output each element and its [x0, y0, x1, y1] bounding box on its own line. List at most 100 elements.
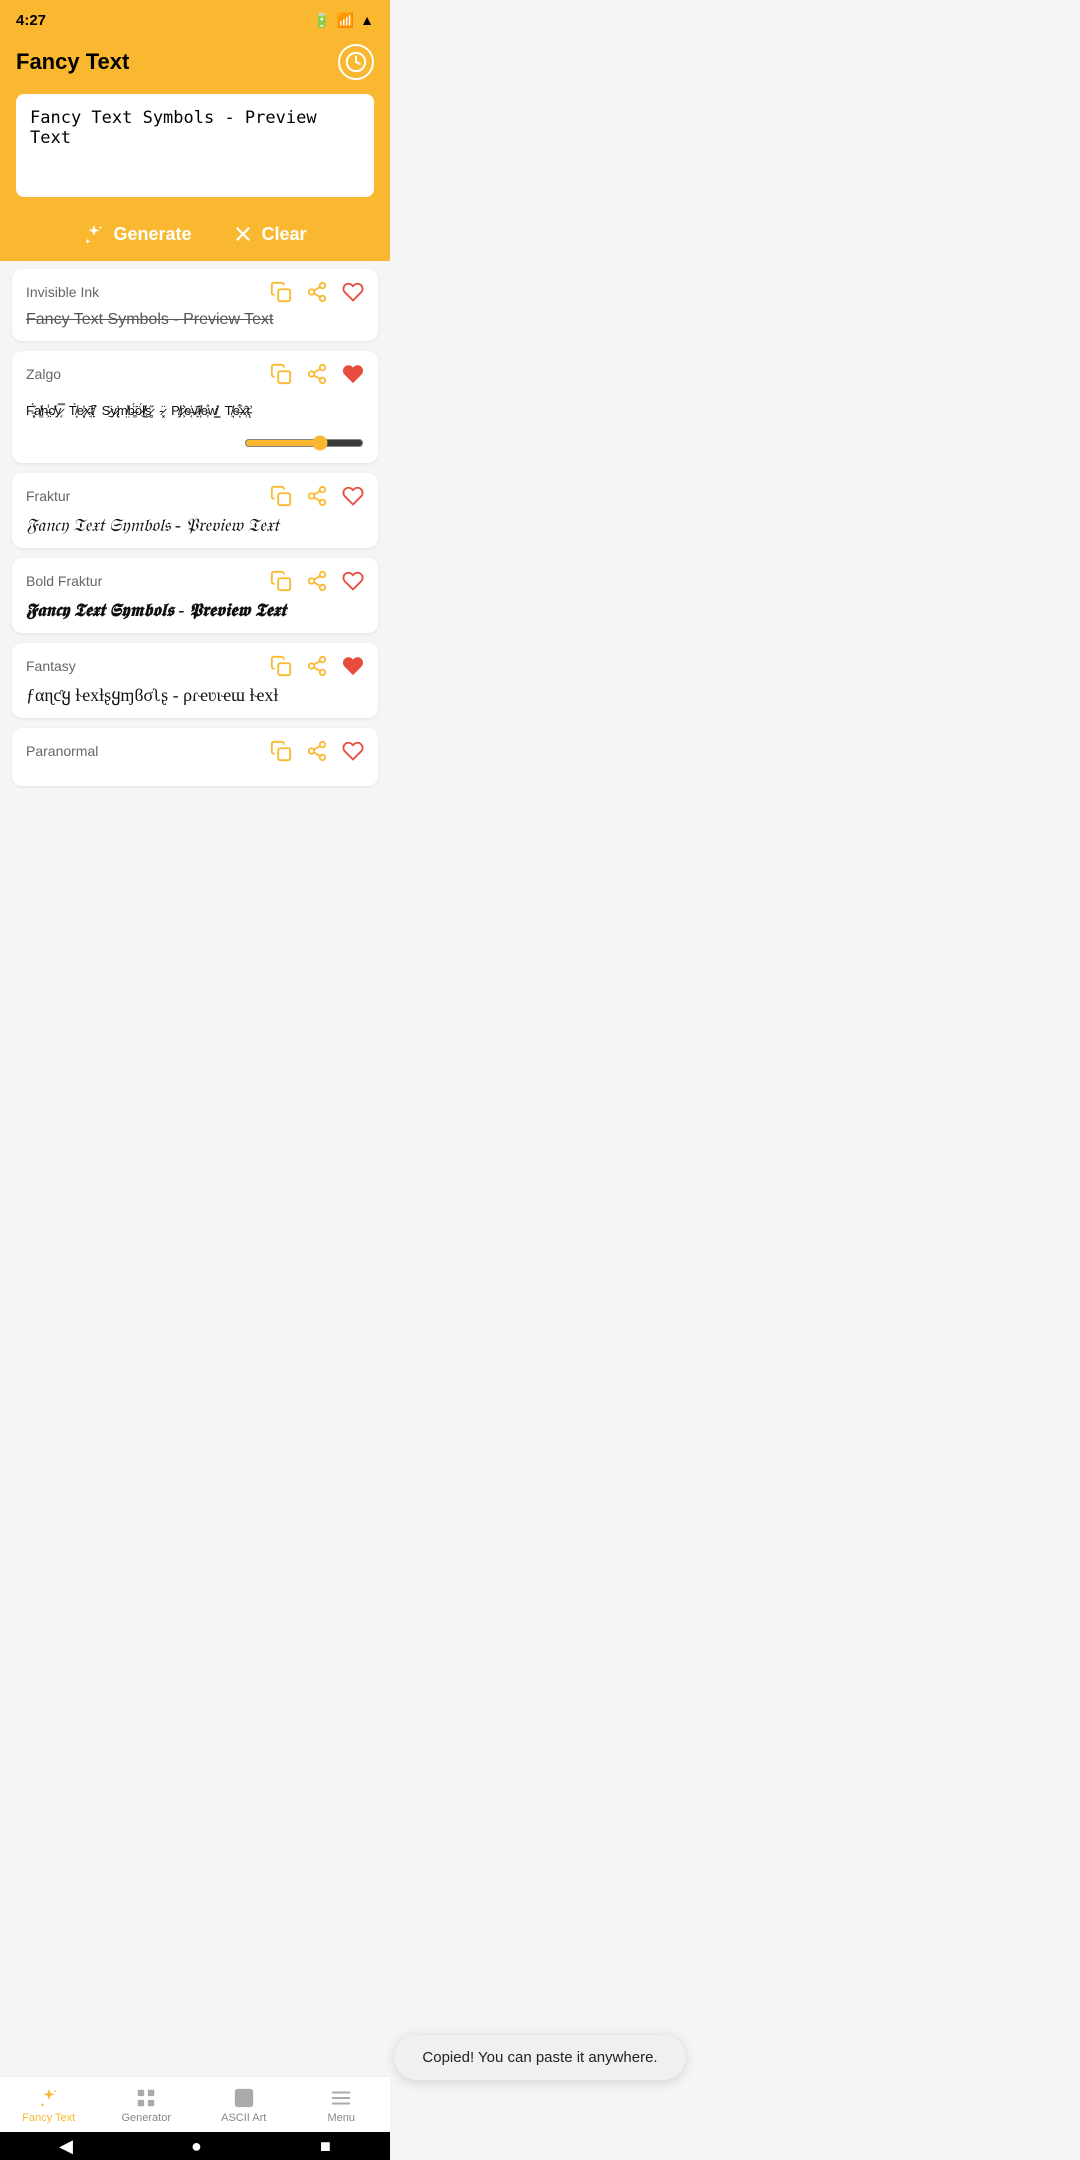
- favorite-button-bold-fraktur[interactable]: [342, 570, 364, 592]
- status-bar: 4:27 🔋 📶 ▲: [0, 0, 390, 36]
- share-icon: [306, 363, 328, 385]
- nav-item-generator[interactable]: Generator: [98, 2077, 196, 2132]
- generate-label: Generate: [113, 224, 191, 245]
- status-icons: 🔋 📶 ▲: [313, 12, 374, 29]
- generator-nav-icon: [135, 2087, 157, 2109]
- share-button-fraktur[interactable]: [306, 485, 328, 507]
- heart-filled-icon: [342, 655, 364, 677]
- zalgo-intensity-slider[interactable]: [244, 435, 364, 451]
- share-button-invisible-ink[interactable]: [306, 281, 328, 303]
- card-label-invisible-ink: Invisible Ink: [26, 284, 99, 300]
- share-button-paranormal[interactable]: [306, 740, 328, 762]
- battery-icon: 🔋: [313, 12, 330, 29]
- heart-icon: [342, 740, 364, 762]
- card-header: Invisible Ink: [26, 281, 364, 303]
- share-icon: [306, 655, 328, 677]
- generate-button[interactable]: Generate: [83, 223, 191, 245]
- card-text-fraktur: 𝔉𝔞𝔫𝔠𝔶 𝔗𝔢𝔵𝔱 𝔖𝔶𝔪𝔟𝔬𝔩𝔰 - 𝔓𝔯𝔢𝔳𝔦𝔢𝔴 𝔗𝔢𝔵𝔱: [26, 515, 364, 536]
- zalgo-slider-row: [26, 435, 364, 451]
- card-label-bold-fraktur: Bold Fraktur: [26, 573, 102, 589]
- card-text-zalgo: F̵͓̈́͑a̸͚̓n̶͕̾c̸̣̓y̷͔̿ T̸͙̀e̷͓̔x̴̘̄t̸̙͆ …: [26, 393, 364, 429]
- text-input-box: [16, 94, 374, 197]
- heart-icon: [342, 281, 364, 303]
- copy-icon: [270, 655, 292, 677]
- nav-label-fancy-text: Fancy Text: [22, 2112, 75, 2124]
- favorite-button-paranormal[interactable]: [342, 740, 364, 762]
- copy-button-fraktur[interactable]: [270, 485, 292, 507]
- share-button-bold-fraktur[interactable]: [306, 570, 328, 592]
- style-card-paranormal: Paranormal: [12, 728, 378, 786]
- card-header-fraktur: Fraktur: [26, 485, 364, 507]
- style-card-fantasy: Fantasy: [12, 643, 378, 718]
- heart-filled-icon: [342, 363, 364, 385]
- clear-button[interactable]: Clear: [232, 223, 307, 245]
- favorite-button-zalgo[interactable]: [342, 363, 364, 385]
- app-title: Fancy Text: [16, 49, 129, 75]
- favorite-button-invisible-ink[interactable]: [342, 281, 364, 303]
- history-button[interactable]: [338, 44, 374, 80]
- copy-button-invisible-ink[interactable]: [270, 281, 292, 303]
- favorite-button-fraktur[interactable]: [342, 485, 364, 507]
- signal-icon: 📶: [337, 12, 354, 29]
- card-text-invisible-ink: Fancy Text Symbols - Preview Text: [26, 311, 364, 329]
- clear-label: Clear: [262, 224, 307, 245]
- card-actions-bold-fraktur: [270, 570, 364, 592]
- card-header-paranormal: Paranormal: [26, 740, 364, 762]
- card-label-paranormal: Paranormal: [26, 743, 98, 759]
- clock-icon: [345, 51, 367, 73]
- heart-icon: [342, 570, 364, 592]
- card-label-zalgo: Zalgo: [26, 366, 61, 382]
- sparkle-nav-icon: [38, 2087, 60, 2109]
- card-text-fantasy: ƒαɳƈყ ƚҽxƚʂყɱϐσʅʂ - ρɾҽʋιҽɯ ƚҽxƚ: [26, 685, 364, 706]
- copy-button-paranormal[interactable]: [270, 740, 292, 762]
- share-icon: [306, 740, 328, 762]
- nav-item-fancy-text[interactable]: Fancy Text: [0, 2077, 98, 2132]
- action-buttons: Generate Clear: [0, 213, 390, 261]
- sparkles-icon: [83, 223, 105, 245]
- card-header-zalgo: Zalgo: [26, 363, 364, 385]
- style-card-zalgo: Zalgo: [12, 351, 378, 463]
- share-icon: [306, 281, 328, 303]
- nav-label-generator: Generator: [121, 2112, 171, 2124]
- close-icon: [232, 223, 254, 245]
- bottom-nav: Fancy Text Generator ASCII Art Menu: [0, 2076, 390, 2132]
- menu-nav-icon: [330, 2087, 352, 2109]
- nav-item-menu[interactable]: Menu: [293, 2077, 391, 2132]
- card-actions-paranormal: [270, 740, 364, 762]
- status-time: 4:27: [16, 12, 46, 29]
- wifi-icon: ▲: [360, 12, 374, 28]
- copy-icon: [270, 740, 292, 762]
- copy-icon: [270, 281, 292, 303]
- copy-button-fantasy[interactable]: [270, 655, 292, 677]
- home-button[interactable]: ●: [191, 2136, 202, 2157]
- copy-button-bold-fraktur[interactable]: [270, 570, 292, 592]
- card-actions-zalgo: [270, 363, 364, 385]
- copy-icon: [270, 363, 292, 385]
- favorite-button-fantasy[interactable]: [342, 655, 364, 677]
- toast-text: Copied! You can paste it anywhere.: [422, 2049, 657, 2066]
- card-actions: [270, 281, 364, 303]
- card-label-fantasy: Fantasy: [26, 658, 76, 674]
- ascii-art-nav-icon: [233, 2087, 255, 2109]
- style-card-fraktur: Fraktur: [12, 473, 378, 548]
- recents-button[interactable]: ■: [320, 2136, 331, 2157]
- share-button-fantasy[interactable]: [306, 655, 328, 677]
- top-bar: Fancy Text: [0, 36, 390, 94]
- share-button-zalgo[interactable]: [306, 363, 328, 385]
- copy-button-zalgo[interactable]: [270, 363, 292, 385]
- card-actions-fraktur: [270, 485, 364, 507]
- copy-icon: [270, 570, 292, 592]
- share-icon: [306, 485, 328, 507]
- share-icon: [306, 570, 328, 592]
- nav-label-menu: Menu: [327, 2112, 355, 2124]
- results-list: Invisible Ink: [0, 261, 390, 874]
- nav-item-ascii-art[interactable]: ASCII Art: [195, 2077, 293, 2132]
- toast-message: Copied! You can paste it anywhere.: [394, 2035, 685, 2080]
- nav-label-ascii-art: ASCII Art: [221, 2112, 266, 2124]
- copy-icon: [270, 485, 292, 507]
- style-card-bold-fraktur: Bold Fraktur: [12, 558, 378, 633]
- heart-icon: [342, 485, 364, 507]
- back-button[interactable]: ◀: [59, 2136, 73, 2157]
- card-text-bold-fraktur: 𝕱𝖆𝖓𝖈𝖞 𝕿𝖊𝖝𝖙 𝕾𝖞𝖒𝖇𝖔𝖑𝖘 - 𝕻𝖗𝖊𝖛𝖎𝖊𝖜 𝕿𝖊𝖝𝖙: [26, 600, 364, 621]
- text-input[interactable]: [30, 108, 360, 178]
